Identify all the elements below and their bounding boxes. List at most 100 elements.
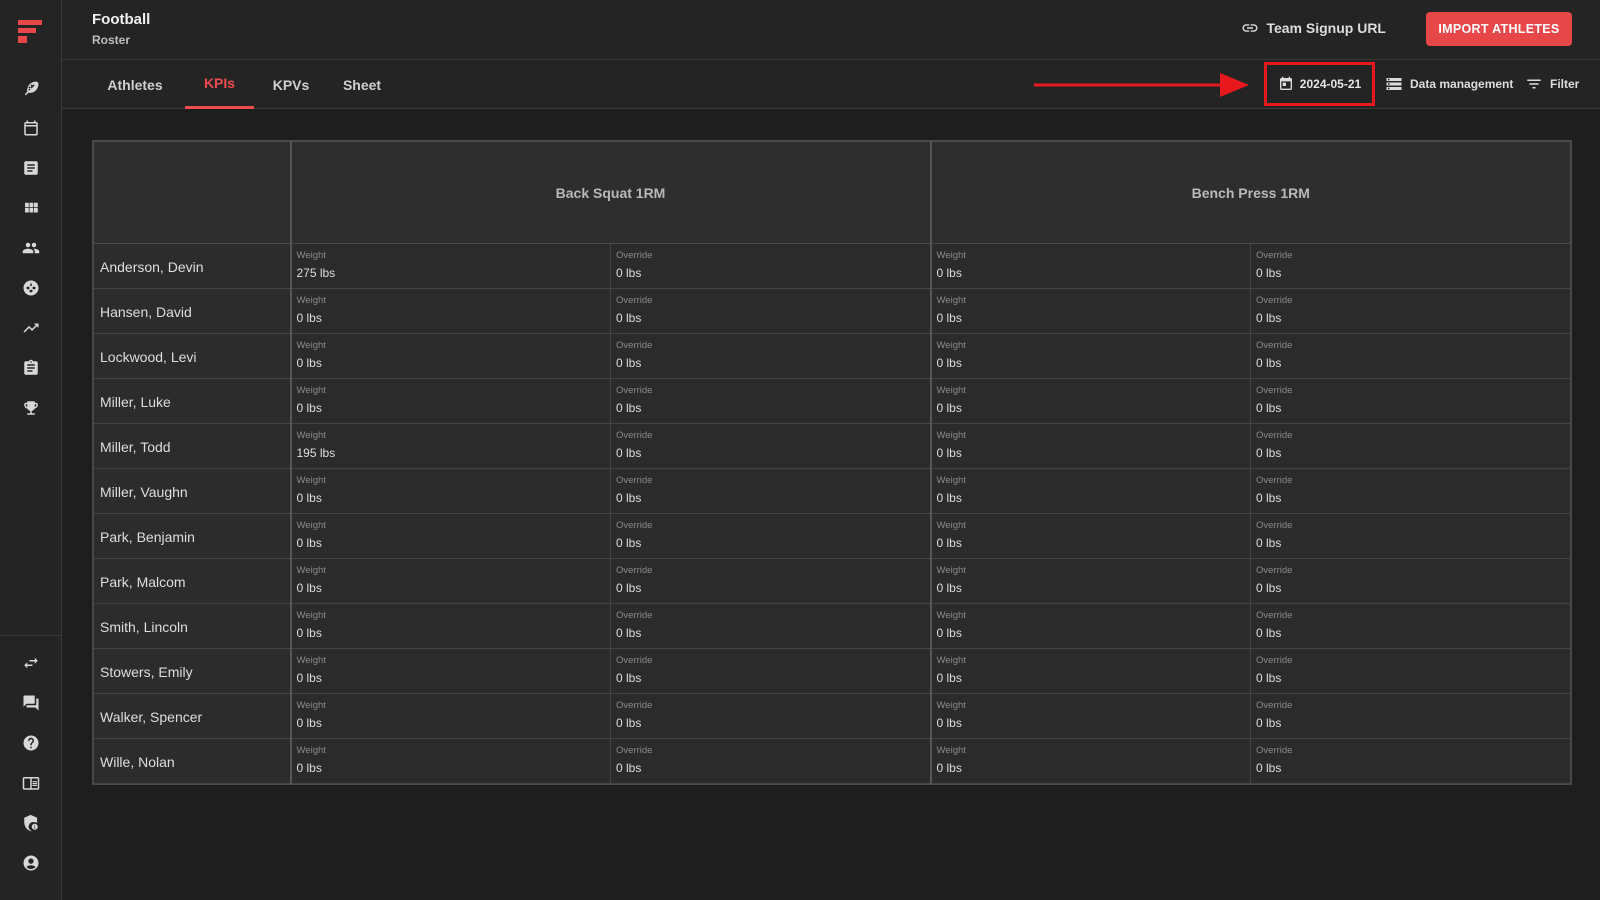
cell-value[interactable]: 0 lbs <box>937 761 1246 775</box>
ball-icon[interactable] <box>19 276 43 300</box>
weight-cell[interactable]: Weight 0 lbs <box>289 333 611 379</box>
override-cell[interactable]: Override 0 lbs <box>1250 468 1571 514</box>
cell-value[interactable]: 0 lbs <box>616 761 925 775</box>
weight-cell[interactable]: Weight 275 lbs <box>289 243 611 289</box>
cell-content[interactable]: Override 0 lbs <box>611 469 930 505</box>
cell-content[interactable]: Override 0 lbs <box>611 424 930 460</box>
override-cell[interactable]: Override 0 lbs <box>610 333 931 379</box>
cell-content[interactable]: Weight 0 lbs <box>292 469 611 505</box>
apps-grid-icon[interactable] <box>19 196 43 220</box>
cell-value[interactable]: 0 lbs <box>1256 401 1565 415</box>
override-cell[interactable]: Override 0 lbs <box>1250 603 1571 649</box>
cell-value[interactable]: 0 lbs <box>1256 311 1565 325</box>
cell-content[interactable]: Override 0 lbs <box>1251 514 1570 550</box>
cell-content[interactable]: Weight 0 lbs <box>292 739 611 775</box>
swap-icon[interactable] <box>19 651 43 675</box>
cell-content[interactable]: Weight 0 lbs <box>292 379 611 415</box>
cell-value[interactable]: 0 lbs <box>616 311 925 325</box>
cell-content[interactable]: Weight 0 lbs <box>292 334 611 370</box>
cell-content[interactable]: Override 0 lbs <box>1251 694 1570 730</box>
cell-content[interactable]: Override 0 lbs <box>611 739 930 775</box>
weight-cell[interactable]: Weight 0 lbs <box>289 558 611 604</box>
cell-value[interactable]: 0 lbs <box>616 536 925 550</box>
cell-value[interactable]: 0 lbs <box>1256 761 1565 775</box>
cell-value[interactable]: 0 lbs <box>1256 356 1565 370</box>
cell-content[interactable]: Override 0 lbs <box>1251 604 1570 640</box>
weight-cell[interactable]: Weight 0 lbs <box>929 378 1251 424</box>
tab-kpvs[interactable]: KPVs <box>260 60 322 109</box>
cell-content[interactable]: Override 0 lbs <box>611 694 930 730</box>
weight-cell[interactable]: Weight 0 lbs <box>929 738 1251 784</box>
override-cell[interactable]: Override 0 lbs <box>1250 423 1571 469</box>
cell-value[interactable]: 0 lbs <box>297 581 606 595</box>
cell-value[interactable]: 0 lbs <box>616 446 925 460</box>
cell-value[interactable]: 275 lbs <box>297 266 606 280</box>
weight-cell[interactable]: Weight 0 lbs <box>929 603 1251 649</box>
cell-content[interactable]: Override 0 lbs <box>611 514 930 550</box>
cell-value[interactable]: 0 lbs <box>1256 536 1565 550</box>
weight-cell[interactable]: Weight 0 lbs <box>289 288 611 334</box>
trophy-icon[interactable] <box>19 396 43 420</box>
cell-content[interactable]: Weight 0 lbs <box>932 469 1251 505</box>
cell-content[interactable]: Override 0 lbs <box>611 244 930 280</box>
cell-value[interactable]: 0 lbs <box>297 311 606 325</box>
cell-value[interactable]: 0 lbs <box>937 311 1246 325</box>
cell-value[interactable]: 0 lbs <box>616 716 925 730</box>
notes-icon[interactable] <box>19 156 43 180</box>
override-cell[interactable]: Override 0 lbs <box>1250 243 1571 289</box>
override-cell[interactable]: Override 0 lbs <box>610 243 931 289</box>
weight-cell[interactable]: Weight 0 lbs <box>289 603 611 649</box>
cell-content[interactable]: Override 0 lbs <box>1251 739 1570 775</box>
athlete-name[interactable]: Stowers, Emily <box>93 648 291 694</box>
tab-kpis[interactable]: KPIs <box>185 60 254 109</box>
tab-athletes[interactable]: Athletes <box>96 60 174 109</box>
cell-content[interactable]: Weight 195 lbs <box>292 424 611 460</box>
cell-content[interactable]: Weight 275 lbs <box>292 244 611 280</box>
cell-value[interactable]: 0 lbs <box>937 581 1246 595</box>
override-cell[interactable]: Override 0 lbs <box>610 648 931 694</box>
cell-content[interactable]: Weight 0 lbs <box>292 289 611 325</box>
athlete-name[interactable]: Hansen, David <box>93 288 291 334</box>
override-cell[interactable]: Override 0 lbs <box>610 693 931 739</box>
cell-content[interactable]: Override 0 lbs <box>1251 559 1570 595</box>
date-picker-button[interactable]: 2024-05-21 <box>1264 62 1375 106</box>
override-cell[interactable]: Override 0 lbs <box>1250 693 1571 739</box>
weight-cell[interactable]: Weight 0 lbs <box>929 423 1251 469</box>
cell-content[interactable]: Override 0 lbs <box>1251 469 1570 505</box>
cell-content[interactable]: Override 0 lbs <box>611 379 930 415</box>
cell-value[interactable]: 0 lbs <box>616 626 925 640</box>
weight-cell[interactable]: Weight 0 lbs <box>289 513 611 559</box>
people-icon[interactable] <box>19 236 43 260</box>
override-cell[interactable]: Override 0 lbs <box>1250 288 1571 334</box>
override-cell[interactable]: Override 0 lbs <box>1250 333 1571 379</box>
cell-value[interactable]: 0 lbs <box>937 716 1246 730</box>
cell-value[interactable]: 0 lbs <box>297 626 606 640</box>
cell-content[interactable]: Override 0 lbs <box>611 289 930 325</box>
cell-value[interactable]: 0 lbs <box>1256 626 1565 640</box>
athlete-name[interactable]: Park, Benjamin <box>93 513 291 559</box>
weight-cell[interactable]: Weight 0 lbs <box>929 513 1251 559</box>
cell-content[interactable]: Weight 0 lbs <box>932 604 1251 640</box>
override-cell[interactable]: Override 0 lbs <box>610 468 931 514</box>
cell-content[interactable]: Override 0 lbs <box>1251 379 1570 415</box>
cell-value[interactable]: 0 lbs <box>297 356 606 370</box>
cell-content[interactable]: Weight 0 lbs <box>932 289 1251 325</box>
app-logo-icon[interactable] <box>16 18 44 46</box>
weight-cell[interactable]: Weight 0 lbs <box>929 243 1251 289</box>
cell-value[interactable]: 0 lbs <box>937 626 1246 640</box>
cell-value[interactable]: 0 lbs <box>1256 581 1565 595</box>
chat-icon[interactable] <box>19 691 43 715</box>
cell-value[interactable]: 0 lbs <box>1256 716 1565 730</box>
cell-content[interactable]: Weight 0 lbs <box>932 649 1251 685</box>
cell-content[interactable]: Weight 0 lbs <box>932 334 1251 370</box>
import-athletes-button[interactable]: IMPORT ATHLETES <box>1426 12 1572 46</box>
weight-cell[interactable]: Weight 0 lbs <box>929 693 1251 739</box>
cell-value[interactable]: 0 lbs <box>297 491 606 505</box>
security-icon[interactable] <box>19 811 43 835</box>
cell-content[interactable]: Override 0 lbs <box>1251 424 1570 460</box>
cell-value[interactable]: 195 lbs <box>297 446 606 460</box>
override-cell[interactable]: Override 0 lbs <box>1250 513 1571 559</box>
cell-content[interactable]: Override 0 lbs <box>1251 244 1570 280</box>
cell-content[interactable]: Override 0 lbs <box>611 649 930 685</box>
cell-content[interactable]: Weight 0 lbs <box>932 244 1251 280</box>
